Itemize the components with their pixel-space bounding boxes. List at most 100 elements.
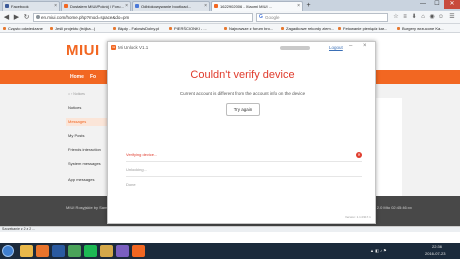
miui-logo[interactable]: MIUI — [66, 42, 100, 59]
tab-bootloader[interactable]: Odblokowywanie bootload... × — [132, 1, 210, 11]
star-icon[interactable]: ☆ — [392, 13, 400, 22]
bookmark-item[interactable]: PIERŚCIONKI - ... — [169, 25, 207, 32]
chrome-icon[interactable] — [68, 245, 81, 257]
tab-label: Odblokowywanie bootload... — [141, 4, 192, 9]
windows-taskbar: ▲ ◧ ♪ ⚑ 22:36 2016-07-23 — [0, 243, 460, 259]
mi-unlock-dialog: mi Mi Unlock V1.1 Logout – × Couldn't ve… — [107, 41, 376, 224]
site-info-icon[interactable] — [36, 15, 40, 19]
try-again-button[interactable]: Try again — [226, 103, 260, 116]
error-heading: Couldn't verify device — [190, 69, 295, 81]
tab-facebook[interactable]: Facebook × — [2, 1, 60, 11]
step-label: Done — [126, 182, 136, 187]
sidebar-item-messages[interactable]: Messages — [66, 118, 110, 126]
step-unlocking: Unlocking... — [126, 163, 362, 177]
toolbar-icons: ☆ ≡ ⬇ ⌂ ◉ ☺ ☰ — [392, 13, 458, 22]
home-icon[interactable]: ⌂ › — [68, 92, 72, 96]
tab-label: 1622902006 - Xiaomi MIUI ... — [220, 4, 273, 9]
reload-icon[interactable]: ↻ — [22, 13, 31, 22]
clock-date[interactable]: 2016-07-23 — [425, 251, 445, 256]
step-verifying: Verifying device... ✕ — [126, 148, 362, 162]
reading-list-icon[interactable]: ≡ — [401, 13, 409, 22]
file-explorer-icon[interactable] — [20, 245, 33, 257]
pocket-icon[interactable]: ◉ — [428, 13, 436, 22]
bookmark-icon — [169, 27, 172, 30]
dialog-title: Mi Unlock V1.1 — [118, 45, 149, 50]
url-text: en.miui.com/home.php?mod=space&do=pm — [41, 15, 130, 20]
dialog-minimize-icon[interactable]: – — [349, 43, 352, 49]
bookmark-icon — [338, 27, 341, 30]
nav-home[interactable]: Home — [70, 70, 84, 84]
bookmark-item[interactable]: Najnowsze z forum bro... — [224, 25, 273, 32]
logout-link[interactable]: Logout — [329, 45, 343, 50]
close-icon[interactable]: × — [125, 2, 128, 11]
screen: Facebook × Dostalem MIUI/Pokrój / Foru..… — [0, 0, 460, 259]
url-bar[interactable]: en.miui.com/home.php?mod=space&do=pm — [33, 13, 253, 22]
bookmark-icon — [224, 27, 227, 30]
sidebar-item-friends-interaction[interactable]: Friends interaction — [66, 146, 110, 154]
mi-unlock-icon[interactable] — [132, 245, 145, 257]
bookmark-icon — [397, 27, 400, 30]
smiley-icon[interactable]: ☺ — [437, 13, 445, 22]
sidebar-item-system-messages[interactable]: System messages — [66, 160, 110, 168]
tab-label: Dostalem MIUI/Pokrój / Foru... — [70, 4, 124, 9]
tray-icons[interactable]: ▲ ◧ ♪ ⚑ — [370, 248, 387, 253]
nav-forum[interactable]: Fo — [90, 70, 96, 84]
version-label: Version: 1.1.0317.1 — [345, 215, 371, 219]
sidebar-item-notices[interactable]: Notices — [66, 104, 110, 112]
download-icon[interactable]: ⬇ — [410, 13, 418, 22]
bookmark-item[interactable]: Jeśli projektu (trójka...) — [50, 25, 95, 32]
menu-icon[interactable]: ☰ — [448, 13, 456, 22]
bookmark-icon — [281, 27, 284, 30]
folder-icon[interactable] — [100, 245, 113, 257]
maximize-button[interactable]: ☐ — [430, 0, 444, 9]
mi-logo-icon: mi — [111, 45, 116, 50]
paint-icon[interactable] — [116, 245, 129, 257]
close-icon[interactable]: × — [204, 2, 207, 11]
bookmark-icon — [113, 27, 116, 30]
breadcrumb-item[interactable]: Notices — [73, 92, 85, 96]
breadcrumb: ⌂ › Notices — [68, 92, 85, 96]
home-icon[interactable]: ⌂ — [419, 13, 427, 22]
google-icon: G — [259, 14, 263, 20]
clock-time[interactable]: 22:36 — [432, 244, 442, 249]
close-icon[interactable]: × — [297, 2, 300, 11]
error-subtitle: Current account is different from the ac… — [179, 91, 306, 96]
step-label: Unlocking... — [126, 167, 147, 172]
search-input[interactable]: G Google — [256, 13, 388, 22]
minimize-button[interactable]: — — [416, 0, 430, 9]
back-icon[interactable]: ◀ — [2, 13, 11, 22]
bookmark-item[interactable]: Zagadkowe rekordy ziem... — [281, 25, 334, 32]
step-label: Verifying device... — [126, 152, 158, 157]
bookmarks-bar: Często odwiedzane Jeśli projektu (trójka… — [0, 24, 460, 33]
sidebar-item-app-messages[interactable]: App messages — [66, 176, 110, 184]
photoshop-icon[interactable] — [52, 245, 65, 257]
tab-label: Facebook — [11, 4, 29, 9]
new-tab-button[interactable]: + — [304, 2, 313, 10]
dialog-close-icon[interactable]: × — [363, 43, 367, 49]
account-name-redacted — [280, 46, 310, 50]
step-done: Done — [126, 178, 362, 192]
tab-miui-forum[interactable]: Dostalem MIUI/Pokrój / Foru... × — [61, 1, 131, 11]
close-icon[interactable]: × — [54, 2, 57, 11]
window-close-button[interactable]: ✕ — [444, 0, 460, 9]
spotify-icon[interactable] — [84, 245, 97, 257]
forward-icon[interactable]: ▶ — [12, 13, 21, 22]
messages-sidebar: Notices Messages My Posts Friends intera… — [66, 102, 110, 202]
miui-icon — [64, 4, 68, 8]
error-icon: ✕ — [356, 152, 362, 158]
bookmark-item[interactable]: Burgery wrzucone Ka... — [397, 25, 444, 32]
firefox-icon[interactable] — [36, 245, 49, 257]
start-button[interactable] — [2, 245, 14, 257]
bookmark-item[interactable]: Fetowanie pieniądz kar... — [338, 25, 387, 32]
browser-bottom-area — [0, 232, 460, 243]
bookmark-icon — [3, 27, 6, 30]
browser-tab-strip: Facebook × Dostalem MIUI/Pokrój / Foru..… — [0, 0, 460, 11]
sidebar-item-my-posts[interactable]: My Posts — [66, 132, 110, 140]
search-placeholder: Google — [265, 15, 280, 20]
bookmark-item[interactable]: Błędy - FalowisDolny.pl — [113, 25, 159, 32]
tab-xiaomi-miui[interactable]: 1622902006 - Xiaomi MIUI ... × — [211, 1, 303, 11]
page-icon — [135, 4, 139, 8]
bookmark-item[interactable]: Często odwiedzane — [3, 25, 43, 32]
bookmark-icon — [50, 27, 53, 30]
browser-nav-bar: ◀ ▶ ↻ en.miui.com/home.php?mod=space&do=… — [0, 11, 460, 24]
